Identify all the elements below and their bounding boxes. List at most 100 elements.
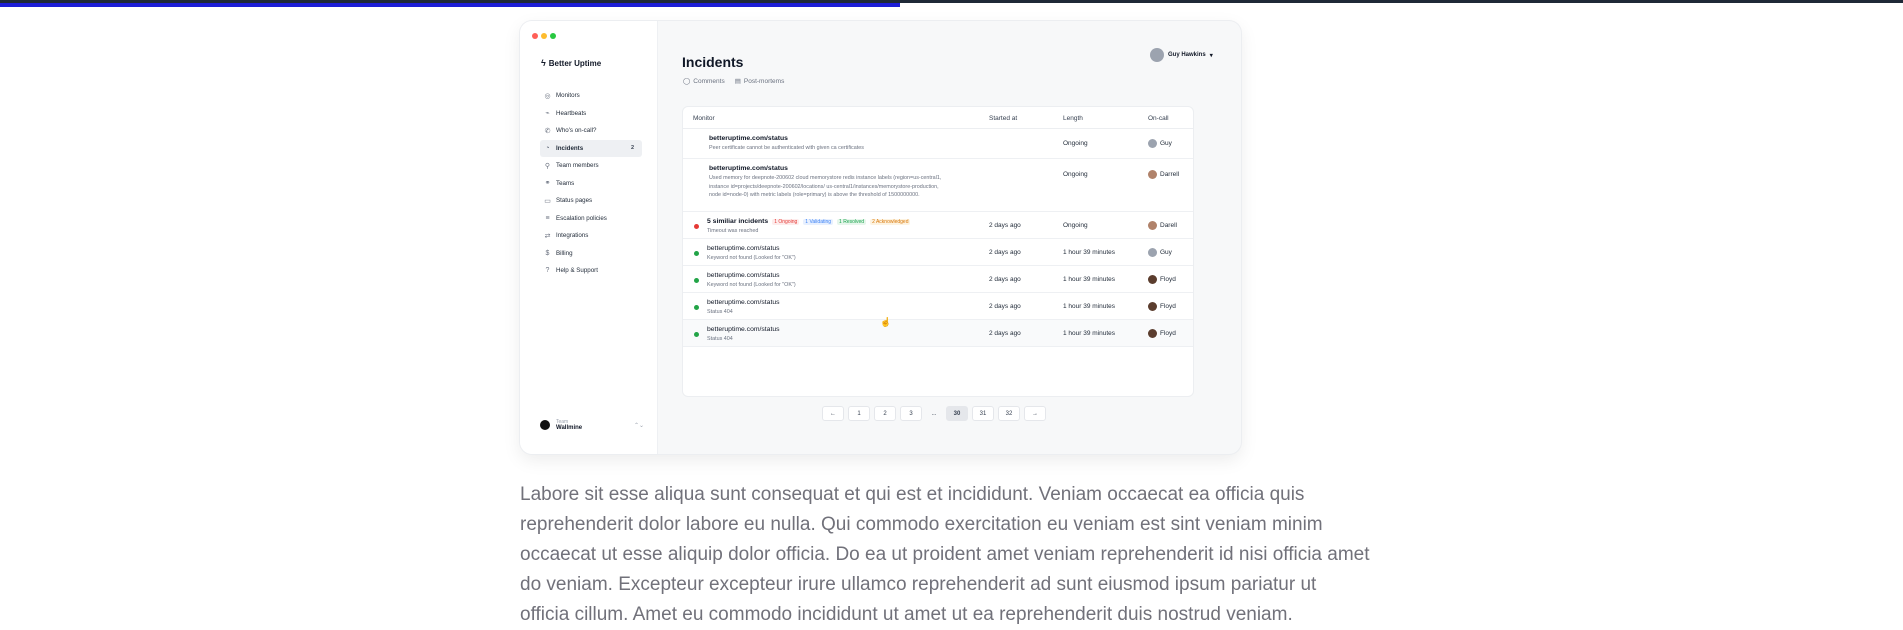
tab-label: Post-mortems — [743, 77, 785, 85]
team-name: Wallmine — [556, 425, 583, 431]
avatar — [1148, 274, 1157, 284]
heartbeat-icon: ⌁ — [545, 110, 550, 118]
sidebar-item-label: Team members — [556, 162, 599, 170]
avatar — [1148, 139, 1157, 148]
monitor-cause: Timeout was reached — [707, 228, 759, 234]
user-menu[interactable]: Guy Hawkins ▾ — [1150, 48, 1213, 62]
monitor-cause: Peer certificate cannot be authenticated… — [709, 145, 864, 151]
on-call-person[interactable]: Floyd — [1148, 274, 1176, 284]
sidebar-item-who-s-on-call[interactable]: ✆ Who's on-call? — [540, 122, 642, 140]
globe-icon: ◎ — [544, 92, 551, 100]
incident-length: 1 hour 39 minutes — [1063, 275, 1116, 283]
page-button[interactable]: 1 — [848, 406, 870, 421]
status-dot — [694, 223, 699, 229]
on-call-name: Darell — [1160, 221, 1177, 229]
tab-comments[interactable]: ◯ Comments — [683, 77, 725, 86]
monitor-name[interactable]: betteruptime.com/status — [707, 326, 780, 333]
table-row[interactable]: 5 similiar incidents 1 Ongoing 1 Validatin… — [683, 212, 1193, 239]
column-header-on-call[interactable]: On-call — [1148, 115, 1169, 122]
team-switcher[interactable]: Team Wallmine ⌃⌄ — [540, 414, 644, 436]
escalation-icon: ≡ — [545, 214, 550, 222]
brand-name: Better Uptime — [548, 58, 602, 68]
column-header-started-at[interactable]: Started at — [989, 115, 1017, 122]
brand-logo[interactable]: ϟ Better Uptime — [541, 58, 601, 68]
user-name: Guy Hawkins — [1168, 52, 1206, 58]
sidebar-item-status-pages[interactable]: ▭ Status pages — [540, 192, 642, 210]
phone-icon: ✆ — [544, 127, 551, 135]
incident-length: 1 hour 39 minutes — [1063, 248, 1116, 256]
incidents-table: Monitor Started at Length On-call better… — [682, 106, 1194, 397]
table-header: Monitor Started at Length On-call — [683, 107, 1193, 129]
window-minimize-dot — [541, 33, 547, 39]
sidebar-item-incidents[interactable]: ◔ Incidents 2 — [540, 139, 642, 157]
monitor-name[interactable]: betteruptime.com/status — [709, 135, 788, 142]
app-screenshot-window: ϟ Better Uptime ◎ Monitors ⌁ Heartbeats ✆ Who… — [520, 21, 1241, 454]
monitor-name[interactable]: betteruptime.com/status — [707, 272, 780, 279]
on-call-person[interactable]: Darell — [1148, 220, 1177, 230]
sidebar-item-heartbeats[interactable]: ⌁ Heartbeats — [540, 105, 642, 123]
page-button[interactable]: 32 — [998, 406, 1020, 421]
table-row[interactable]: betteruptime.com/status Keyword not found… — [683, 239, 1193, 266]
monitor-name[interactable]: 5 similiar incidents — [707, 218, 768, 225]
on-call-name: Guy — [1160, 248, 1172, 256]
avatar — [1148, 220, 1157, 230]
sidebar-item-team-members[interactable]: ⚲ Team members — [540, 157, 642, 175]
sidebar-item-teams[interactable]: ⚭ Teams — [540, 175, 642, 193]
monitor-cause: Used memory for deepnote-200602 cloud me… — [709, 175, 942, 198]
page-button[interactable]: 2 — [874, 406, 896, 421]
on-call-person[interactable]: Guy — [1148, 247, 1172, 257]
status-dot — [694, 331, 699, 337]
monitor-name[interactable]: betteruptime.com/status — [709, 165, 788, 172]
sidebar-item-label: Incidents — [556, 144, 584, 152]
table-row[interactable]: betteruptime.com/status Status 404 2 days … — [683, 320, 1193, 347]
window-close-dot — [532, 33, 538, 39]
sidebar-item-label: Monitors — [556, 92, 580, 100]
page-title: Incidents — [682, 54, 744, 70]
body-paragraph: Labore sit esse aliqua sunt consequat et… — [520, 484, 1370, 625]
count-badge: 2 — [630, 145, 634, 152]
sidebar-item-label: Integrations — [556, 232, 589, 240]
on-call-person[interactable]: Floyd — [1148, 301, 1176, 311]
on-call-person[interactable]: Floyd — [1148, 328, 1176, 338]
on-call-person[interactable]: Darrell — [1148, 170, 1179, 179]
tab-label: Comments — [693, 77, 725, 85]
previous-page-button[interactable]: ← — [822, 406, 844, 421]
incident-length: Ongoing — [1063, 140, 1088, 147]
table-row[interactable]: betteruptime.com/status Peer certificate … — [683, 129, 1193, 159]
tab-post-mortems[interactable]: ▤ Post-mortems — [735, 77, 785, 86]
table-row[interactable]: betteruptime.com/status Status 404 2 days … — [683, 293, 1193, 320]
column-header-length[interactable]: Length — [1063, 115, 1083, 122]
sidebar-item-label: Status pages — [556, 197, 593, 205]
monitor-name[interactable]: betteruptime.com/status — [707, 299, 780, 306]
sidebar-item-escalation-policies[interactable]: ≡ Escalation policies — [540, 210, 642, 228]
table-row[interactable]: betteruptime.com/status Keyword not found… — [683, 266, 1193, 293]
sidebar-item-label: Escalation policies — [556, 214, 607, 222]
sidebar-item-integrations[interactable]: ⇄ Integrations — [540, 227, 642, 245]
page-button-current[interactable]: 30 — [946, 406, 968, 421]
incident-length: 1 hour 39 minutes — [1063, 302, 1116, 310]
status-dot — [694, 277, 699, 283]
help-icon: ? — [545, 267, 550, 275]
on-call-name: Floyd — [1160, 275, 1176, 283]
on-call-person[interactable]: Guy — [1148, 139, 1172, 148]
sidebar: ϟ Better Uptime ◎ Monitors ⌁ Heartbeats ✆ Who… — [520, 21, 658, 454]
shield-icon: ◔ — [545, 144, 550, 152]
column-header-monitor[interactable]: Monitor — [693, 115, 715, 122]
sidebar-item-monitors[interactable]: ◎ Monitors — [540, 87, 642, 105]
started-at: 2 days ago — [989, 329, 1021, 337]
on-call-name: Floyd — [1160, 302, 1176, 310]
sidebar-item-billing[interactable]: $ Billing — [540, 245, 642, 263]
page-button[interactable]: 3 — [900, 406, 922, 421]
status-tag: 1 Resolved — [837, 219, 867, 225]
pagination-ellipsis: ... — [931, 410, 937, 417]
page-button[interactable]: 31 — [972, 406, 994, 421]
subtabs: ◯ Comments ▤ Post-mortems — [683, 77, 785, 86]
avatar — [1148, 247, 1157, 257]
table-row[interactable]: betteruptime.com/status Used memory for d… — [683, 159, 1193, 212]
monitor-name[interactable]: betteruptime.com/status — [707, 245, 780, 252]
integrations-icon: ⇄ — [544, 232, 551, 240]
bolt-icon: ϟ — [541, 58, 546, 68]
next-page-button[interactable]: → — [1024, 406, 1046, 421]
avatar — [1148, 301, 1157, 311]
sidebar-item-help-support[interactable]: ? Help & Support — [540, 262, 642, 280]
